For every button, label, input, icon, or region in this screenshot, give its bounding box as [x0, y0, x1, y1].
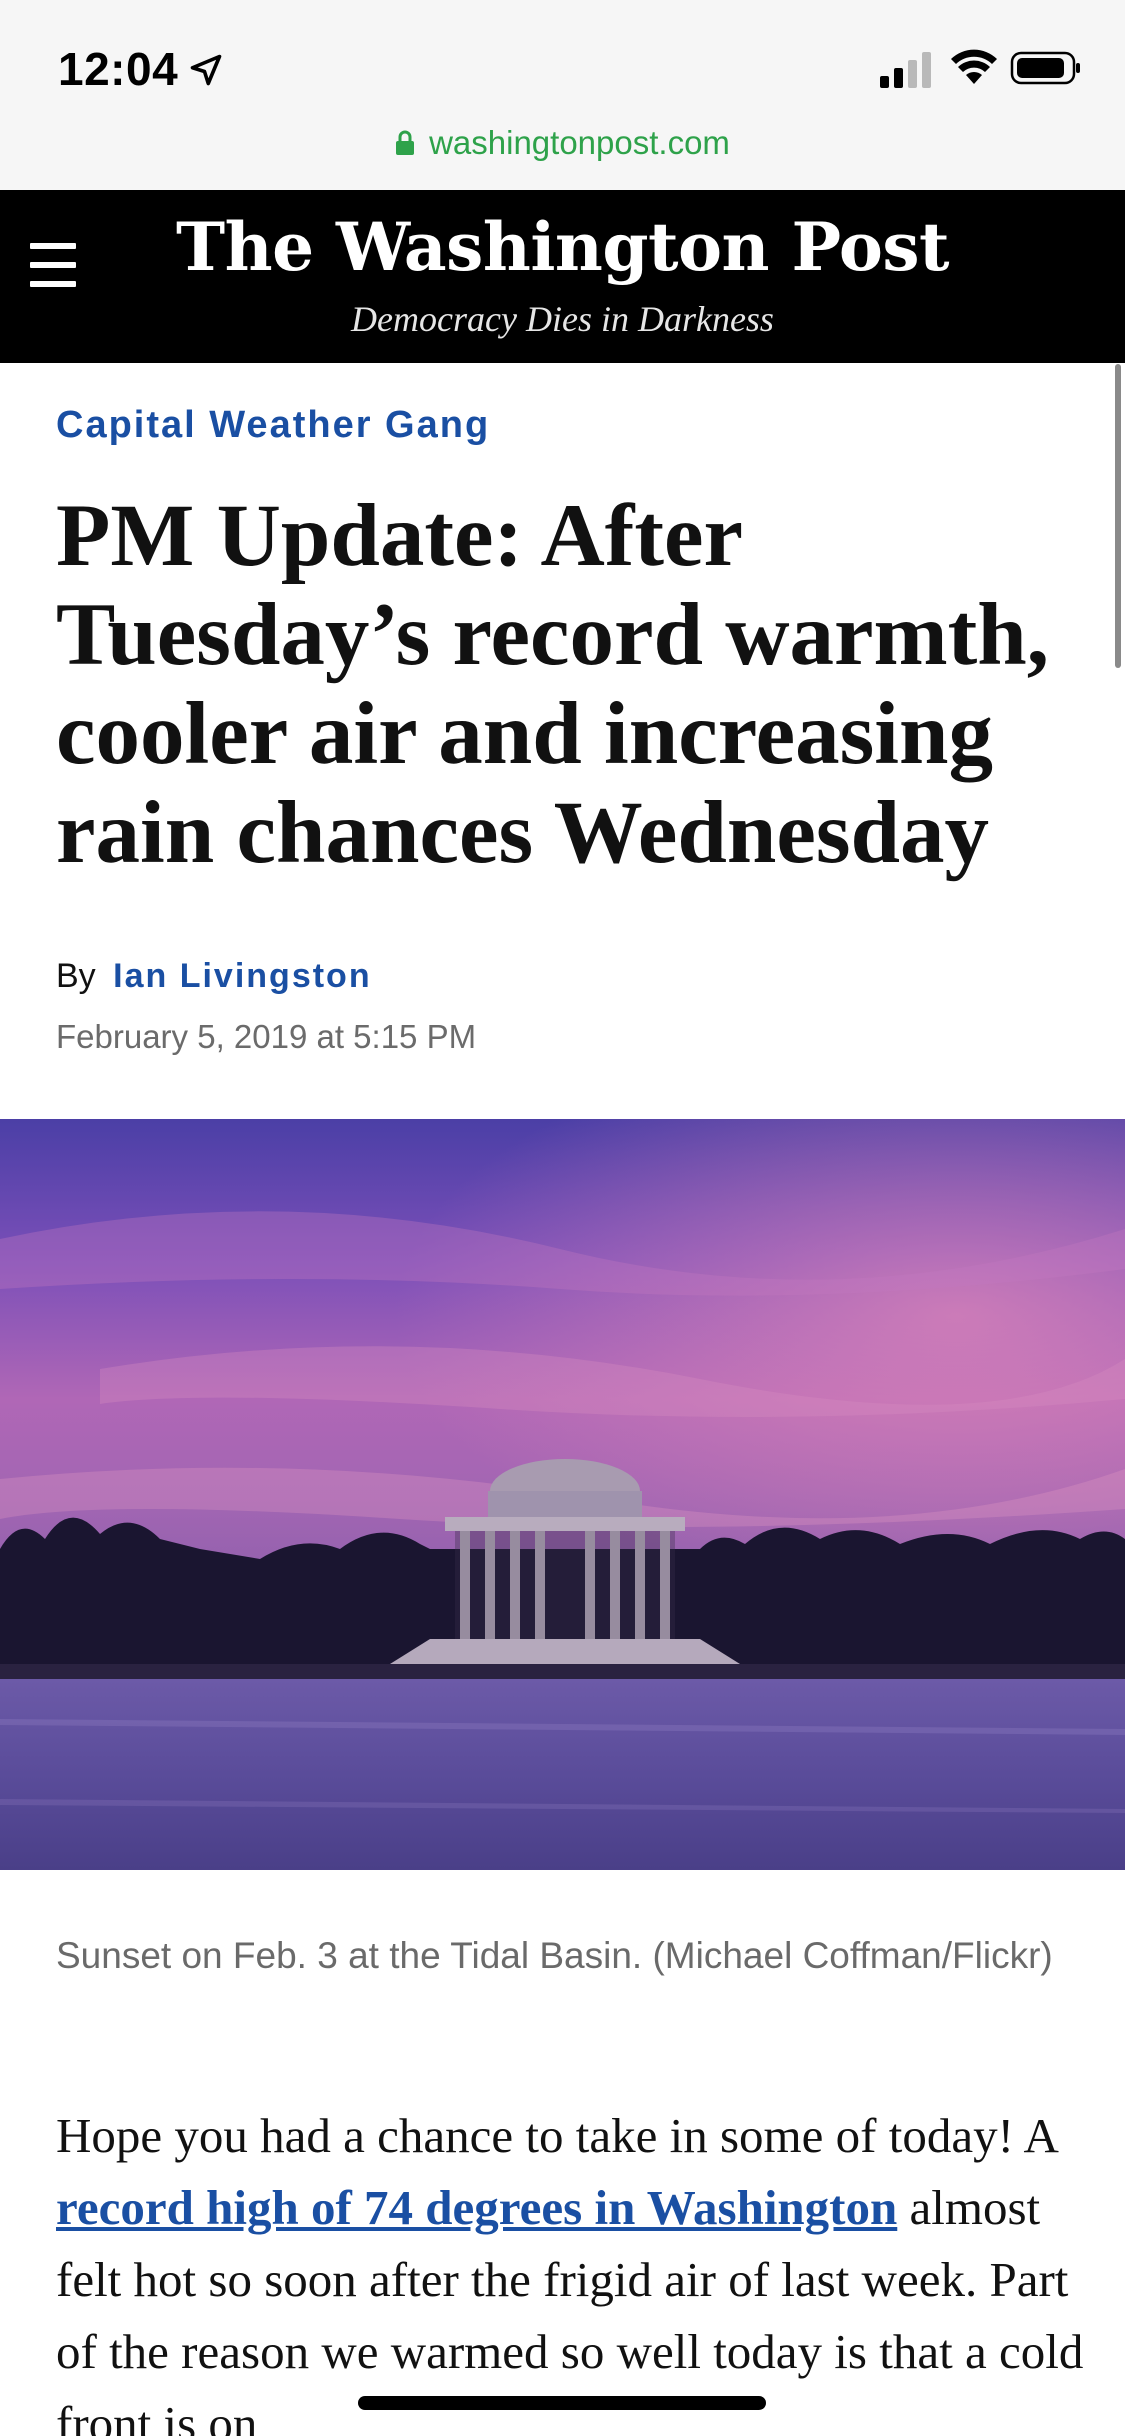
author-link[interactable]: Ian Livingston — [113, 957, 371, 995]
article-paragraph: Hope you had a chance to take in some of… — [56, 2100, 1086, 2436]
site-tagline: Democracy Dies in Darkness — [351, 299, 774, 339]
site-header: The Washington Post Democracy Dies in Da… — [0, 190, 1125, 363]
section-kicker[interactable]: Capital Weather Gang — [56, 404, 490, 447]
status-bar: 12:04 — [0, 0, 1125, 130]
byline-prefix: By — [56, 957, 96, 995]
lock-icon — [396, 130, 415, 155]
hero-image — [0, 1119, 1125, 1870]
publish-date: February 5, 2019 at 5:15 PM — [56, 1018, 477, 1055]
url-bar[interactable]: washingtonpost.com — [0, 118, 1125, 168]
site-logo[interactable]: The Washington Post — [0, 208, 1125, 286]
image-caption: Sunset on Feb. 3 at the Tidal Basin. (Mi… — [56, 1935, 1053, 1976]
cellular-signal-icon — [880, 52, 931, 88]
battery-icon — [1010, 51, 1080, 85]
article-headline: PM Update: After Tuesday’s record warmth… — [56, 487, 1049, 882]
browser-chrome: 12:04 washingtonpost.com — [0, 0, 1125, 190]
body-text-1: Hope you had a chance to take in some of… — [56, 2108, 1057, 2163]
url-text[interactable]: washingtonpost.com — [429, 124, 730, 162]
location-arrow-icon — [190, 54, 222, 86]
wifi-icon — [951, 49, 997, 84]
byline: By Ian Livingston — [56, 957, 372, 996]
record-high-link[interactable]: record high of 74 degrees in Washington — [56, 2180, 897, 2235]
scroll-indicator — [1115, 364, 1121, 668]
home-indicator[interactable] — [358, 2396, 766, 2410]
status-time: 12:04 — [58, 43, 179, 95]
